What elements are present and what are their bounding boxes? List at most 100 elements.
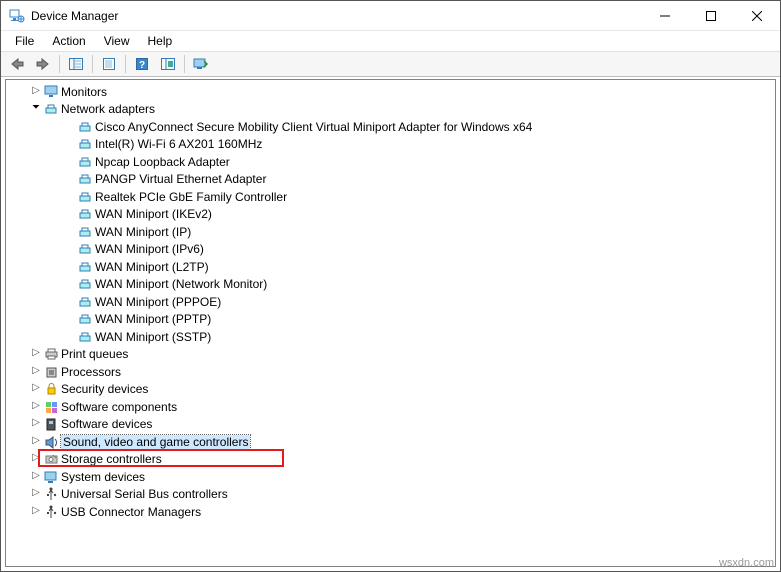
menu-view[interactable]: View <box>96 33 138 49</box>
network-adapter-icon <box>77 172 95 186</box>
category-sound-video-game[interactable]: ▷ Sound, video and game controllers <box>7 433 774 451</box>
network-adapter-icon <box>77 277 95 291</box>
back-button[interactable] <box>5 53 29 75</box>
category-usb-controllers[interactable]: ▷ Universal Serial Bus controllers <box>7 486 774 504</box>
device-item[interactable]: ▷WAN Miniport (IPv6) <box>7 241 774 259</box>
network-adapter-icon <box>77 260 95 274</box>
device-item[interactable]: ▷WAN Miniport (PPTP) <box>7 311 774 329</box>
maximize-button[interactable] <box>688 1 734 30</box>
forward-button[interactable] <box>31 53 55 75</box>
category-label: Storage controllers <box>61 452 162 466</box>
device-item[interactable]: ▷WAN Miniport (IKEv2) <box>7 206 774 224</box>
window-controls <box>642 1 780 30</box>
network-adapter-icon <box>77 155 95 169</box>
scan-button[interactable] <box>189 53 213 75</box>
device-label: WAN Miniport (IPv6) <box>95 242 204 256</box>
category-label: Software components <box>61 400 177 414</box>
chevron-right-icon[interactable]: ▷ <box>29 488 43 498</box>
network-adapter-icon <box>77 295 95 309</box>
device-item[interactable]: ▷Realtek PCIe GbE Family Controller <box>7 188 774 206</box>
chevron-right-icon[interactable]: ▷ <box>29 506 43 516</box>
chevron-right-icon[interactable]: ▷ <box>29 383 43 393</box>
category-processors[interactable]: ▷ Processors <box>7 363 774 381</box>
chevron-right-icon[interactable]: ▷ <box>29 453 43 463</box>
action-button[interactable] <box>156 53 180 75</box>
storage-icon <box>43 452 61 466</box>
device-item[interactable]: ▷Cisco AnyConnect Secure Mobility Client… <box>7 118 774 136</box>
monitor-icon <box>43 85 61 99</box>
device-label: Cisco AnyConnect Secure Mobility Client … <box>95 120 532 134</box>
menu-file[interactable]: File <box>7 33 42 49</box>
toolbar: ? <box>1 51 780 77</box>
chevron-right-icon[interactable]: ▷ <box>29 418 43 428</box>
chevron-right-icon[interactable]: ▷ <box>29 436 43 446</box>
device-label: WAN Miniport (IKEv2) <box>95 207 212 221</box>
category-software-devices[interactable]: ▷ Software devices <box>7 416 774 434</box>
close-button[interactable] <box>734 1 780 30</box>
chevron-down-icon[interactable]: ⏷ <box>29 103 43 113</box>
device-label: WAN Miniport (L2TP) <box>95 260 209 274</box>
category-label: Software devices <box>61 417 152 431</box>
show-hide-tree-button[interactable] <box>64 53 88 75</box>
device-item[interactable]: ▷WAN Miniport (IP) <box>7 223 774 241</box>
svg-text:?: ? <box>139 60 145 71</box>
network-adapter-icon <box>77 225 95 239</box>
device-label: WAN Miniport (Network Monitor) <box>95 277 267 291</box>
device-label: Realtek PCIe GbE Family Controller <box>95 190 287 204</box>
category-network-adapters[interactable]: ⏷ Network adapters <box>7 101 774 119</box>
device-label: WAN Miniport (SSTP) <box>95 330 211 344</box>
category-label: System devices <box>61 470 145 484</box>
device-label: WAN Miniport (PPPOE) <box>95 295 221 309</box>
printer-icon <box>43 347 61 361</box>
category-security-devices[interactable]: ▷ Security devices <box>7 381 774 399</box>
device-label: WAN Miniport (PPTP) <box>95 312 211 326</box>
device-label: WAN Miniport (IP) <box>95 225 191 239</box>
category-label: Monitors <box>61 85 107 99</box>
network-adapter-icon <box>77 242 95 256</box>
help-button[interactable]: ? <box>130 53 154 75</box>
device-item[interactable]: ▷WAN Miniport (SSTP) <box>7 328 774 346</box>
network-adapter-icon <box>77 312 95 326</box>
category-software-components[interactable]: ▷ Software components <box>7 398 774 416</box>
chevron-right-icon[interactable]: ▷ <box>29 348 43 358</box>
menubar: File Action View Help <box>1 31 780 51</box>
category-label: Sound, video and game controllers <box>61 435 250 449</box>
chevron-right-icon[interactable]: ▷ <box>29 86 43 96</box>
device-label: Intel(R) Wi-Fi 6 AX201 160MHz <box>95 137 262 151</box>
menu-action[interactable]: Action <box>44 33 93 49</box>
software-device-icon <box>43 417 61 431</box>
category-usb-connector-managers[interactable]: ▷ USB Connector Managers <box>7 503 774 521</box>
security-icon <box>43 382 61 396</box>
chevron-right-icon[interactable]: ▷ <box>29 366 43 376</box>
category-print-queues[interactable]: ▷ Print queues <box>7 346 774 364</box>
device-item[interactable]: ▷Npcap Loopback Adapter <box>7 153 774 171</box>
network-adapter-icon <box>77 190 95 204</box>
category-monitors[interactable]: ▷ Monitors <box>7 83 774 101</box>
chevron-right-icon[interactable]: ▷ <box>29 471 43 481</box>
device-item[interactable]: ▷Intel(R) Wi-Fi 6 AX201 160MHz <box>7 136 774 154</box>
titlebar: Device Manager <box>1 1 780 31</box>
device-item[interactable]: ▷WAN Miniport (PPPOE) <box>7 293 774 311</box>
minimize-button[interactable] <box>642 1 688 30</box>
processor-icon <box>43 365 61 379</box>
system-device-icon <box>43 470 61 484</box>
network-adapter-icon <box>77 137 95 151</box>
category-label: Universal Serial Bus controllers <box>61 487 228 501</box>
device-tree[interactable]: ▷ Monitors ⏷ Network adapters ▷Cisco Any… <box>7 81 774 565</box>
category-storage-controllers[interactable]: ▷ Storage controllers <box>7 451 774 469</box>
device-item[interactable]: ▷PANGP Virtual Ethernet Adapter <box>7 171 774 189</box>
usb-connector-icon <box>43 505 61 519</box>
content-frame: ▷ Monitors ⏷ Network adapters ▷Cisco Any… <box>5 79 776 567</box>
usb-icon <box>43 487 61 501</box>
category-label: USB Connector Managers <box>61 505 201 519</box>
device-label: PANGP Virtual Ethernet Adapter <box>95 172 266 186</box>
menu-help[interactable]: Help <box>140 33 181 49</box>
device-item[interactable]: ▷WAN Miniport (L2TP) <box>7 258 774 276</box>
chevron-right-icon[interactable]: ▷ <box>29 401 43 411</box>
category-label: Print queues <box>61 347 128 361</box>
network-icon <box>43 102 61 116</box>
category-label: Processors <box>61 365 121 379</box>
category-system-devices[interactable]: ▷ System devices <box>7 468 774 486</box>
device-item[interactable]: ▷WAN Miniport (Network Monitor) <box>7 276 774 294</box>
properties-button[interactable] <box>97 53 121 75</box>
